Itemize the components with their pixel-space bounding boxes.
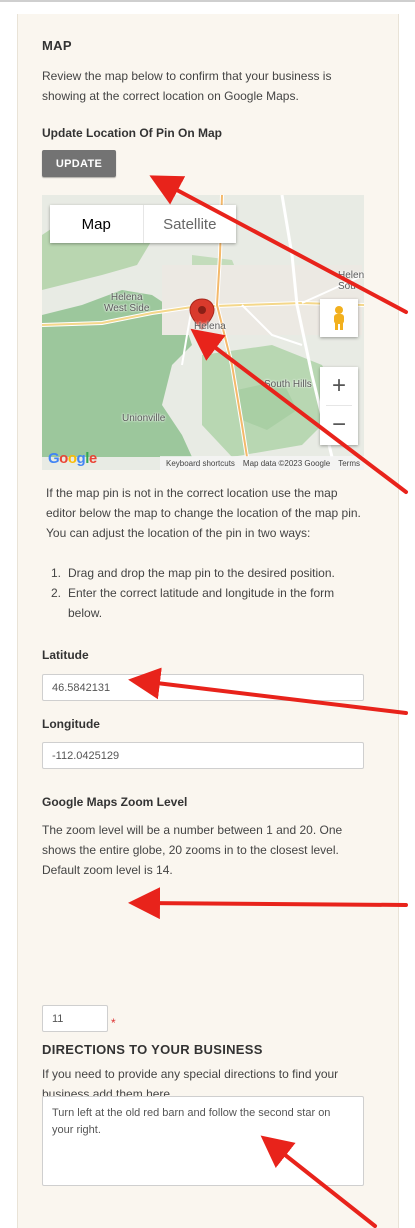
map-section-heading: MAP	[42, 38, 72, 53]
latitude-label: Latitude	[42, 648, 89, 662]
google-logo: Google	[48, 450, 97, 467]
help-steps-list: 1. Drag and drop the map pin to the desir…	[46, 563, 368, 623]
longitude-label: Longitude	[42, 717, 100, 731]
map-footer: Google Keyboard shortcuts Map data ©2023…	[42, 450, 364, 470]
map-help-paragraph: If the map pin is not in the correct loc…	[46, 486, 361, 540]
zoom-level-label: Google Maps Zoom Level	[42, 795, 188, 809]
longitude-input[interactable]: -112.0425129	[42, 742, 364, 769]
directions-textarea[interactable]: Turn left at the old red barn and follow…	[42, 1096, 364, 1186]
map-intro-text: Review the map below to confirm that you…	[42, 69, 332, 103]
zoom-in-button[interactable]: +	[320, 367, 358, 405]
latitude-input[interactable]: 46.5842131	[42, 674, 364, 701]
keyboard-shortcuts-link[interactable]: Keyboard shortcuts	[166, 459, 235, 468]
map-type-satellite-button[interactable]: Satellite	[142, 205, 237, 243]
required-marker: *	[111, 1016, 116, 1030]
zoom-control: + −	[320, 367, 358, 445]
top-border	[0, 0, 415, 2]
label-south-hills: South Hills	[264, 379, 312, 390]
label-helena-west-side: Helena West Side	[104, 292, 150, 314]
street-view-pegman-icon[interactable]	[320, 299, 358, 337]
help-step-item: 2. Enter the correct latitude and longitu…	[51, 586, 335, 620]
map-type-map-button[interactable]: Map	[50, 205, 143, 243]
label-unionville: Unionville	[122, 413, 166, 424]
zoom-level-input[interactable]: 11	[42, 1005, 108, 1032]
map-data-text: Map data ©2023 Google	[242, 458, 331, 468]
directions-heading: DIRECTIONS TO YOUR BUSINESS	[42, 1042, 263, 1057]
label-helena-south: Helen Sou	[338, 270, 364, 292]
map-attribution: Keyboard shortcuts Map data ©2023 Google…	[159, 456, 364, 470]
terms-link[interactable]: Terms	[338, 459, 360, 468]
label-helena: Helena	[194, 321, 226, 332]
zoom-out-button[interactable]: −	[320, 406, 358, 444]
google-map[interactable]: Helena West Side Helena South Hills Union…	[42, 195, 364, 470]
update-button[interactable]: UPDATE	[42, 150, 116, 177]
zoom-level-description: The zoom level will be a number between …	[42, 823, 343, 877]
help-step-item: 1. Drag and drop the map pin to the desir…	[51, 566, 335, 580]
map-type-control: Map Satellite	[50, 205, 236, 243]
update-location-label: Update Location Of Pin On Map	[42, 126, 222, 140]
